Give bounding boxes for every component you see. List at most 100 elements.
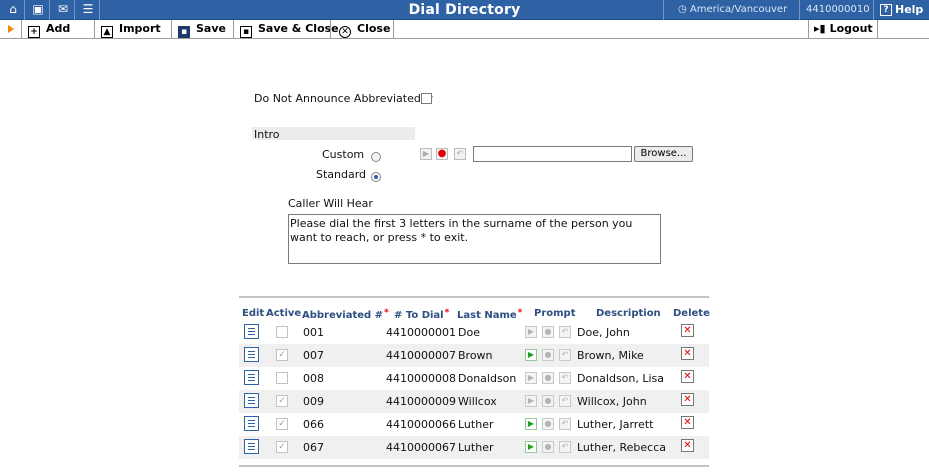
record-icon[interactable]: ● bbox=[436, 148, 448, 160]
column-header-to-dial: # To Dial* bbox=[394, 308, 449, 321]
logout-label: Logout bbox=[829, 22, 873, 35]
edit-icon[interactable] bbox=[244, 393, 259, 408]
column-header-description: Description bbox=[596, 308, 661, 319]
description-cell: Donaldson, Lisa bbox=[577, 372, 665, 385]
delete-icon[interactable]: ✕ bbox=[681, 439, 694, 452]
active-checkbox[interactable]: ✓ bbox=[276, 395, 288, 407]
table-top-border bbox=[239, 296, 709, 298]
column-header-edit: Edit bbox=[242, 308, 265, 319]
edit-icon[interactable] bbox=[244, 324, 259, 339]
divider bbox=[877, 20, 878, 39]
save-close-button[interactable]: ▪ Save & Close bbox=[237, 20, 339, 38]
description-cell: Brown, Mike bbox=[577, 349, 644, 362]
undo-icon[interactable]: ↶ bbox=[559, 395, 571, 407]
last-name-cell: Willcox bbox=[458, 395, 497, 408]
toolbar: + Add ▲ Import ▪ Save ▪ Save & Close ✕ Close … bbox=[0, 20, 929, 39]
help-icon: ? bbox=[880, 4, 892, 16]
edit-icon[interactable] bbox=[244, 347, 259, 362]
abbreviated-cell: 067 bbox=[303, 441, 324, 454]
delete-icon[interactable]: ✕ bbox=[681, 393, 694, 406]
play-icon[interactable]: ▶ bbox=[420, 148, 432, 160]
record-icon[interactable]: ● bbox=[542, 395, 554, 407]
table-row: ✓ 067 4410000067 Luther ▶ ● ↶ Luther, Rebecca ✕ bbox=[239, 436, 709, 459]
record-icon[interactable]: ● bbox=[542, 441, 554, 453]
help-button[interactable]: ? Help bbox=[880, 3, 923, 16]
delete-icon[interactable]: ✕ bbox=[681, 416, 694, 429]
save-button[interactable]: ▪ Save bbox=[175, 20, 226, 38]
undo-icon[interactable]: ↶ bbox=[559, 349, 571, 361]
standard-radio[interactable] bbox=[371, 172, 381, 182]
delete-icon[interactable]: ✕ bbox=[681, 370, 694, 383]
active-checkbox[interactable] bbox=[276, 372, 288, 384]
to-dial-header-label: # To Dial bbox=[394, 310, 444, 321]
list-icon[interactable]: ☰ bbox=[80, 2, 96, 17]
active-checkbox[interactable]: ✓ bbox=[276, 441, 288, 453]
abbreviated-cell: 001 bbox=[303, 326, 324, 339]
table-row: 008 4410000008 Donaldson ▶ ● ↶ Donaldson, Lisa… bbox=[239, 367, 709, 390]
play-icon[interactable]: ▶ bbox=[525, 349, 537, 361]
abbreviated-cell: 066 bbox=[303, 418, 324, 431]
divider bbox=[49, 0, 50, 20]
column-header-last-name: Last Name* bbox=[457, 308, 522, 321]
play-icon[interactable]: ▶ bbox=[525, 372, 537, 384]
divider bbox=[873, 0, 874, 20]
record-icon[interactable]: ● bbox=[542, 326, 554, 338]
delete-icon[interactable]: ✕ bbox=[681, 347, 694, 360]
divider bbox=[663, 0, 664, 20]
custom-file-input[interactable] bbox=[473, 146, 632, 162]
description-cell: Doe, John bbox=[577, 326, 630, 339]
timezone-link[interactable]: ◷ America/Vancouver bbox=[678, 4, 787, 15]
logout-button[interactable]: ▸▮ Logout bbox=[811, 20, 873, 38]
edit-icon[interactable] bbox=[244, 370, 259, 385]
add-button[interactable]: + Add bbox=[25, 20, 70, 38]
play-icon[interactable]: ▶ bbox=[525, 395, 537, 407]
undo-icon[interactable]: ↶ bbox=[559, 418, 571, 430]
last-name-cell: Brown bbox=[458, 349, 493, 362]
divider bbox=[99, 0, 100, 20]
edit-icon[interactable] bbox=[244, 416, 259, 431]
home-icon[interactable]: ⌂ bbox=[5, 2, 21, 17]
active-checkbox[interactable]: ✓ bbox=[276, 418, 288, 430]
to-dial-cell: 4410000007 bbox=[386, 349, 456, 362]
divider bbox=[74, 0, 75, 20]
abbreviated-header-label: Abbreviated # bbox=[302, 310, 384, 321]
table-bottom-border bbox=[239, 465, 709, 467]
floppy-icon: ▪ bbox=[240, 26, 252, 38]
divider bbox=[799, 0, 800, 20]
help-label: Help bbox=[895, 3, 924, 16]
play-icon[interactable]: ▶ bbox=[525, 326, 537, 338]
description-cell: Luther, Jarrett bbox=[577, 418, 654, 431]
do-not-announce-checkbox[interactable] bbox=[421, 93, 432, 104]
column-header-active: Active bbox=[266, 308, 302, 319]
dashboard-icon[interactable]: ▣ bbox=[30, 2, 46, 17]
column-header-delete: Delete bbox=[673, 308, 710, 319]
record-icon[interactable]: ● bbox=[542, 372, 554, 384]
active-checkbox[interactable]: ✓ bbox=[276, 349, 288, 361]
account-link[interactable]: 4410000010 bbox=[806, 4, 870, 15]
do-not-announce-label: Do Not Announce Abbreviated # bbox=[254, 92, 434, 105]
import-button[interactable]: ▲ Import bbox=[98, 20, 161, 38]
play-icon[interactable]: ▶ bbox=[525, 441, 537, 453]
edit-icon[interactable] bbox=[244, 439, 259, 454]
undo-icon[interactable]: ↶ bbox=[559, 326, 571, 338]
to-dial-cell: 4410000067 bbox=[386, 441, 456, 454]
close-icon: ✕ bbox=[339, 26, 351, 38]
undo-icon[interactable]: ↶ bbox=[454, 148, 466, 160]
browse-button[interactable]: Browse... bbox=[634, 146, 693, 162]
close-button[interactable]: ✕ Close bbox=[336, 20, 390, 38]
record-icon[interactable]: ● bbox=[542, 349, 554, 361]
mail-icon[interactable]: ✉ bbox=[55, 2, 71, 17]
undo-icon[interactable]: ↶ bbox=[559, 372, 571, 384]
delete-icon[interactable]: ✕ bbox=[681, 324, 694, 337]
close-label: Close bbox=[357, 22, 391, 35]
play-icon[interactable]: ▶ bbox=[525, 418, 537, 430]
required-marker: * bbox=[444, 308, 450, 318]
save-close-label: Save & Close bbox=[258, 22, 339, 35]
active-checkbox[interactable] bbox=[276, 326, 288, 338]
record-icon[interactable]: ● bbox=[542, 418, 554, 430]
custom-radio[interactable] bbox=[371, 152, 381, 162]
description-cell: Willcox, John bbox=[577, 395, 647, 408]
divider bbox=[233, 20, 234, 39]
title-bar: ⌂ ▣ ✉ ☰ Dial Directory ◷ America/Vancouv… bbox=[0, 0, 929, 20]
undo-icon[interactable]: ↶ bbox=[559, 441, 571, 453]
